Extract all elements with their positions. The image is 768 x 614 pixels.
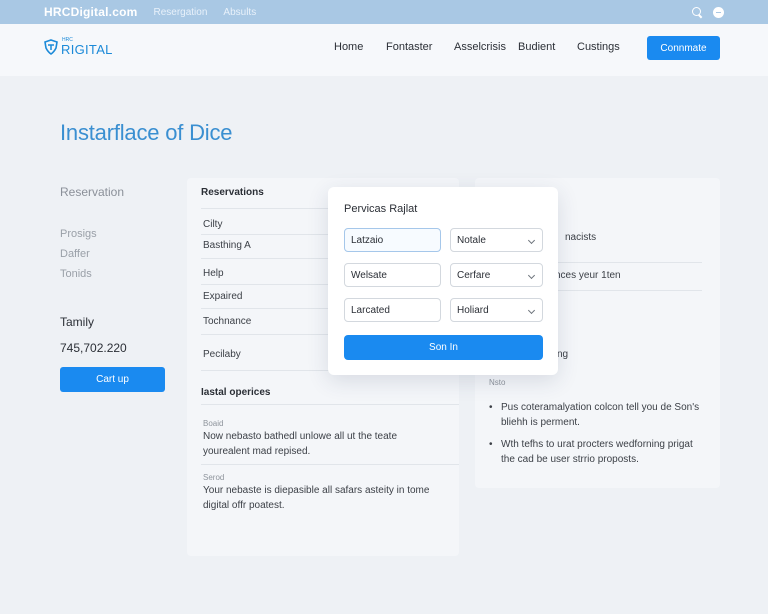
row-label[interactable]: Pecilaby <box>203 349 241 360</box>
logo[interactable]: HRC RIGITAL <box>44 38 113 56</box>
nav-fontaster[interactable]: Fontaster <box>386 41 432 53</box>
top-bar: HRCDigital.com Resergation Absults <box>0 0 768 24</box>
service-caption: Boaid <box>203 419 224 428</box>
sign-in-button[interactable]: Son In <box>344 335 543 360</box>
page-title: Instarflace of Dice <box>60 120 233 145</box>
info-bullet: • Wth tefhs to urat procters wedforning … <box>489 437 709 467</box>
account-icon[interactable] <box>713 6 724 18</box>
row-label[interactable]: Cilty <box>203 219 222 230</box>
info-bullet: • Pus coteramalyation colcon tell you de… <box>489 400 709 430</box>
side-item-prosigs[interactable]: Prosigs <box>60 228 97 240</box>
top-link-absults[interactable]: Absults <box>223 7 256 18</box>
search-icon[interactable] <box>692 6 703 18</box>
location-input[interactable]: Latzaio <box>344 228 441 252</box>
holiard-select[interactable]: Holiard <box>450 298 543 322</box>
row-label[interactable]: Basthing A <box>203 240 251 251</box>
logo-text: RIGITAL <box>61 42 113 57</box>
chevron-down-icon <box>527 271 536 280</box>
modal-title: Pervicas Rajlat <box>344 203 418 215</box>
info-bullet-text: Wth tefhs to urat procters wedforning pr… <box>501 439 693 465</box>
nav-budient[interactable]: Budient <box>518 41 555 53</box>
notale-select-value: Notale <box>457 234 486 246</box>
larcated-input-value: Larcated <box>351 304 390 316</box>
total-label: Tamily <box>60 315 95 329</box>
services-request-modal: Pervicas Rajlat Latzaio Notale Welsate C… <box>328 187 558 375</box>
service-description: Your nebaste is diepasible all safars as… <box>203 485 430 511</box>
services-title: Iastal operices <box>201 387 271 398</box>
total-value: 745,702.220 <box>60 341 127 355</box>
site-header: HRC RIGITAL Home Fontaster Asselcrisis B… <box>0 24 768 76</box>
cerfare-select-value: Cerfare <box>457 269 491 281</box>
row-label[interactable]: Expaired <box>203 291 242 302</box>
cart-up-button[interactable]: Cart up <box>60 367 165 392</box>
website-input[interactable]: Welsate <box>344 263 441 287</box>
website-input-value: Welsate <box>351 269 387 281</box>
header-cta-button[interactable]: Connmate <box>647 36 720 60</box>
larcated-input[interactable]: Larcated <box>344 298 441 322</box>
info-caption: Nsto <box>489 378 506 387</box>
cerfare-select[interactable]: Cerfare <box>450 263 543 287</box>
chevron-down-icon <box>527 306 536 315</box>
nav-custings[interactable]: Custings <box>577 41 620 53</box>
divider <box>201 464 459 465</box>
info-row-text: nces yeur 1ten <box>555 270 621 281</box>
reservations-title: Reservations <box>201 187 264 198</box>
info-row-text: nacists <box>565 232 597 243</box>
site-domain[interactable]: HRCDigital.com <box>44 5 137 19</box>
row-label[interactable]: Help <box>203 268 224 279</box>
side-item-tonids[interactable]: Tonids <box>60 268 92 280</box>
shield-icon <box>44 39 58 55</box>
service-caption: Serod <box>203 473 225 482</box>
holiard-select-value: Holiard <box>457 304 489 316</box>
divider <box>201 404 459 405</box>
row-label[interactable]: Tochnance <box>203 316 251 327</box>
nav-asselcrisis[interactable]: Asselcrisis <box>454 41 506 53</box>
service-description: Now nebasto bathedl unlowe all ut the te… <box>203 431 398 457</box>
nav-home[interactable]: Home <box>334 41 363 53</box>
reservation-title: Reservation <box>60 185 125 199</box>
top-bar-actions <box>692 6 724 18</box>
location-input-value: Latzaio <box>351 234 384 246</box>
side-item-daffer[interactable]: Daffer <box>60 248 90 260</box>
chevron-down-icon <box>527 236 536 245</box>
notale-select[interactable]: Notale <box>450 228 543 252</box>
top-link-reservation[interactable]: Resergation <box>153 7 207 18</box>
info-row-text: ng <box>557 349 569 360</box>
info-bullet-text: Pus coteramalyation colcon tell you de S… <box>501 402 700 428</box>
